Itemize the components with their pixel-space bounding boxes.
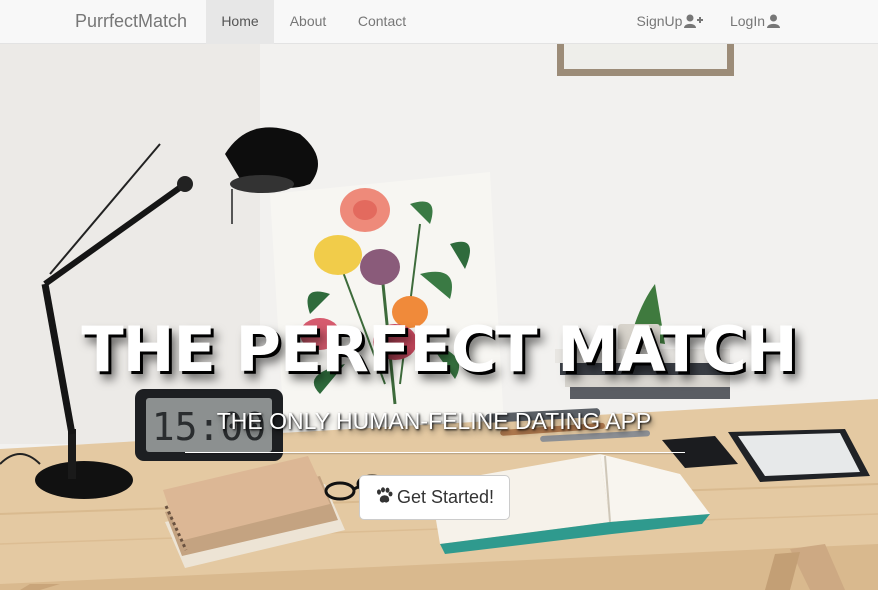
nav-about[interactable]: About [274,0,342,44]
user-icon [767,2,781,44]
signup-label: SignUp [636,13,683,29]
hero-divider [185,452,685,453]
user-plus-icon [684,2,704,44]
navbar: PurrfectMatch Home About Contact SignUp … [0,0,878,44]
login-link[interactable]: LogIn [720,0,790,44]
hero-headline: THE PERFECT MATCH [81,313,797,386]
hero-section: 15:00 THE PERFECT MATCH THE ONLY HUMAN-F… [0,44,878,590]
nav-home[interactable]: Home [206,0,274,44]
nav-contact[interactable]: Contact [342,0,422,44]
login-label: LogIn [729,13,766,29]
paw-icon [375,486,393,509]
hero-subheadline: THE ONLY HUMAN-FELINE DATING APP [216,408,652,434]
get-started-label: Get Started! [396,487,495,507]
brand-link[interactable]: PurrfectMatch [75,0,187,42]
signup-link[interactable]: SignUp [628,0,712,44]
get-started-button[interactable]: Get Started! [359,475,510,520]
